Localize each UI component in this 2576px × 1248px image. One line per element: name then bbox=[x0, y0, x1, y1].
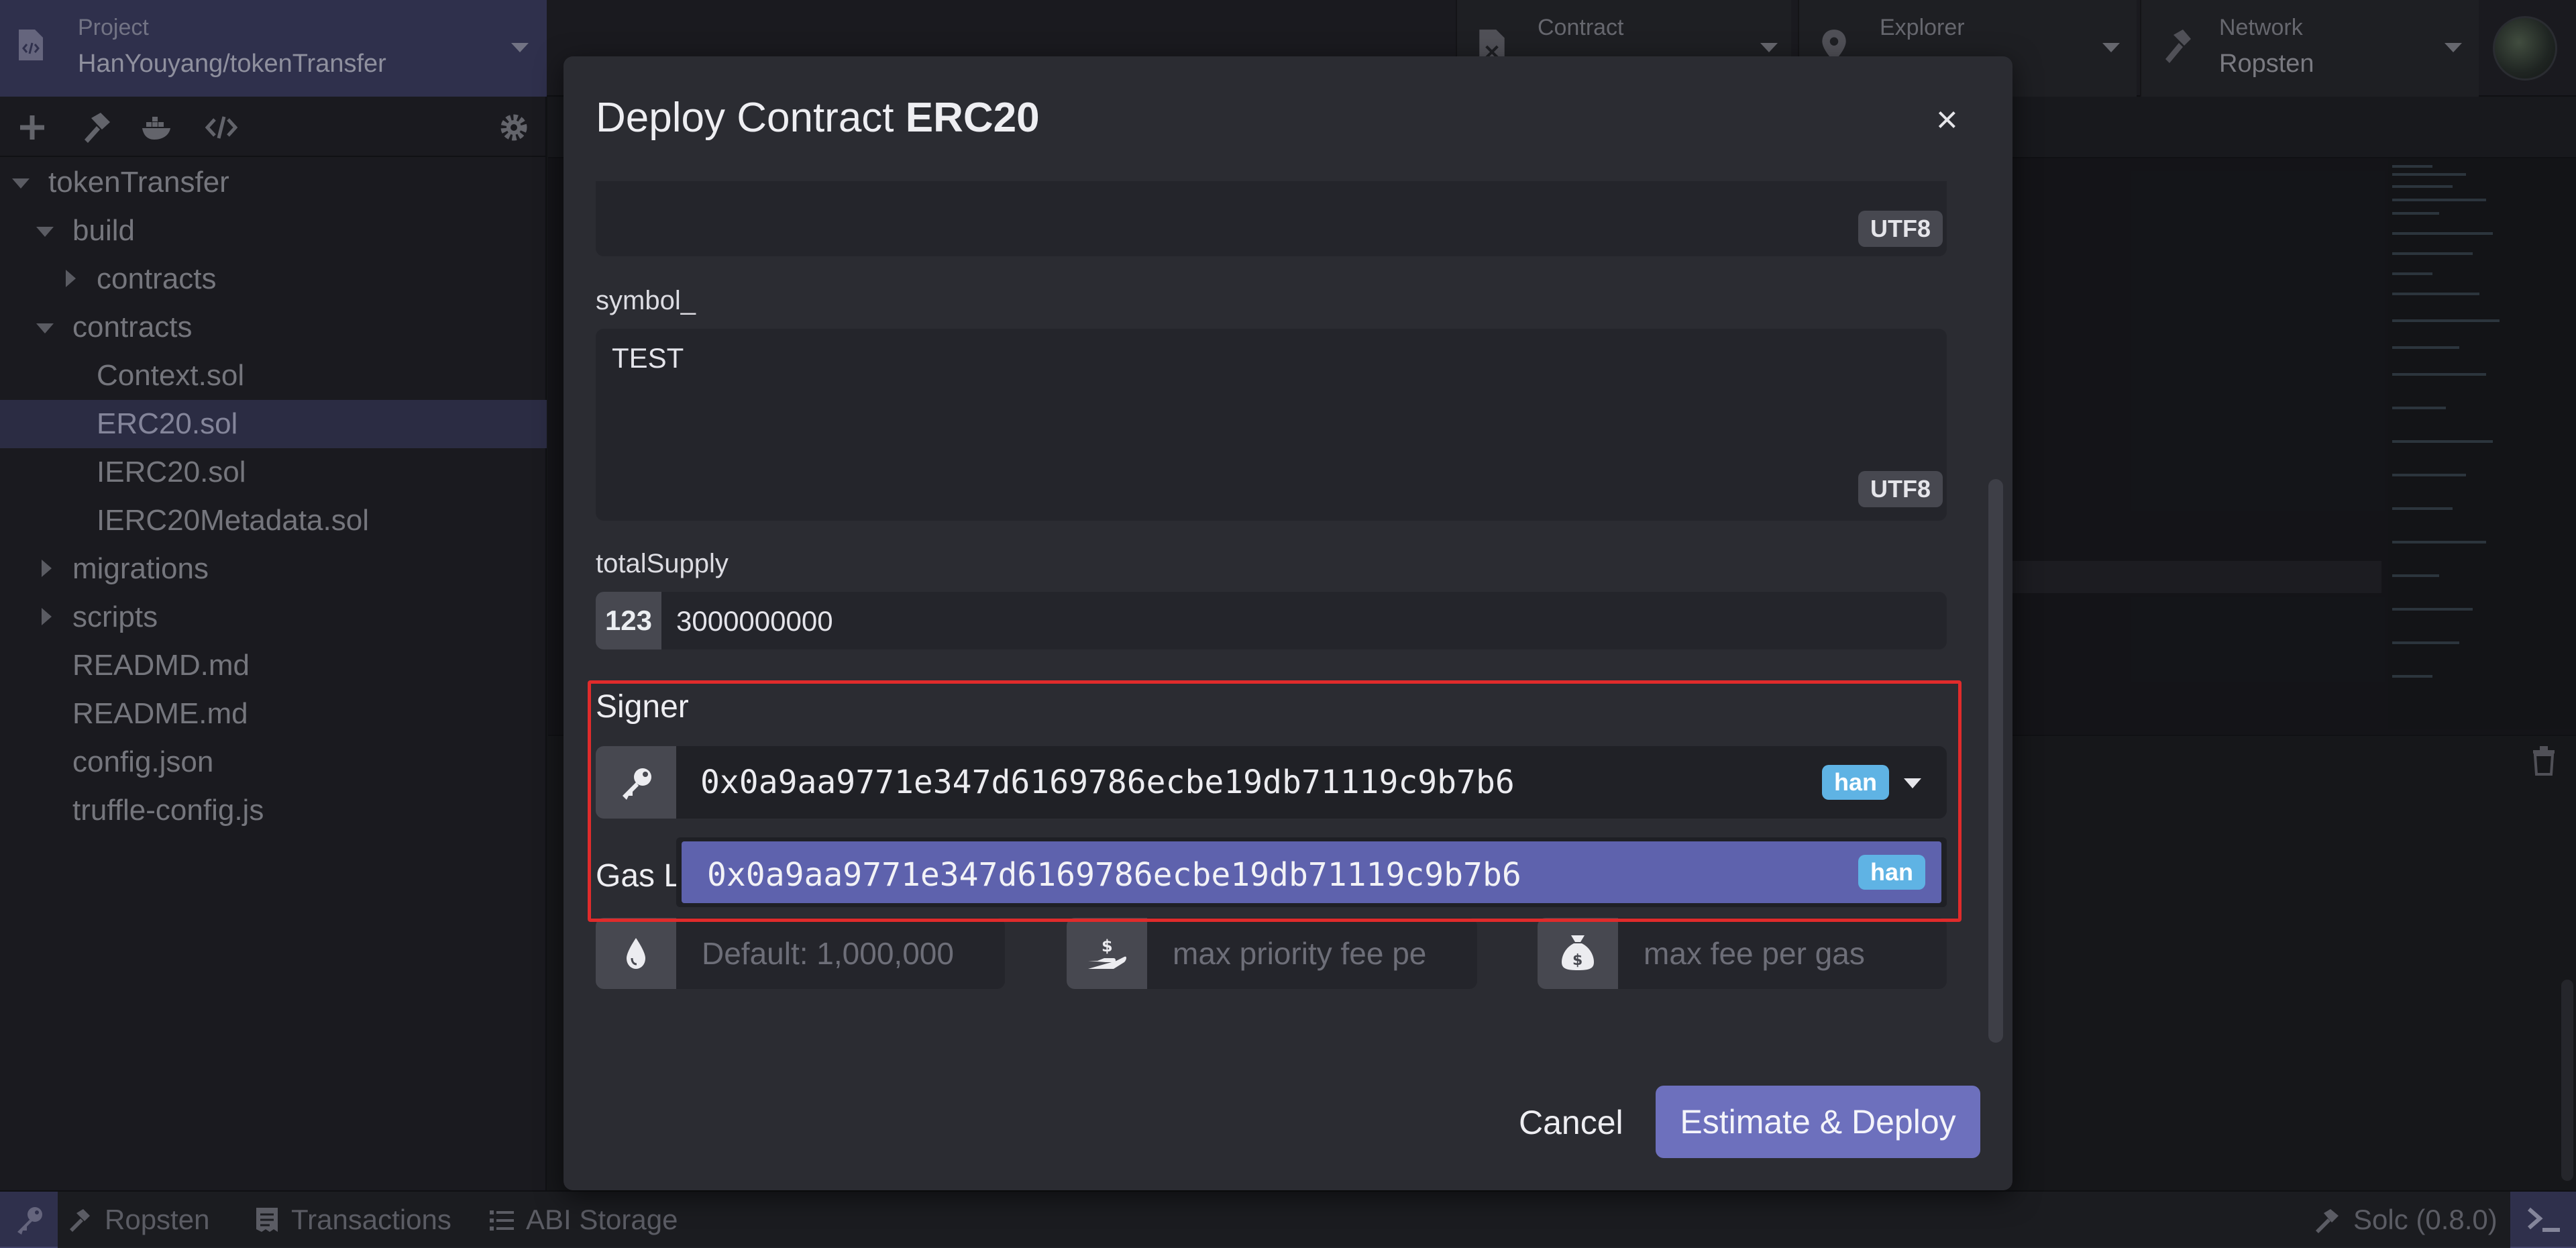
encoding-badge[interactable]: UTF8 bbox=[1858, 471, 1943, 507]
app-window: Project HanYouyang/tokenTransfer Contrac… bbox=[0, 0, 2576, 1248]
modal-title-prefix: Deploy Contract bbox=[596, 95, 894, 141]
close-button[interactable]: × bbox=[1936, 101, 1958, 138]
cancel-button[interactable]: Cancel bbox=[1503, 1087, 1640, 1158]
total-supply-label: totalSupply bbox=[596, 549, 729, 578]
max-fee-input[interactable] bbox=[1619, 918, 1947, 989]
hand-holding-dollar-icon: $ bbox=[1088, 937, 1126, 969]
modal-title-contract: ERC20 bbox=[905, 95, 1040, 141]
money-bag-icon: $ bbox=[1562, 935, 1594, 970]
droplet-icon bbox=[627, 938, 645, 969]
priority-fee-input[interactable] bbox=[1148, 918, 1477, 989]
priority-fee-icon-box: $ bbox=[1067, 918, 1147, 989]
encoding-badge[interactable]: UTF8 bbox=[1858, 211, 1943, 247]
gas-limit-icon-box bbox=[596, 918, 676, 989]
symbol-textarea[interactable]: TEST UTF8 bbox=[596, 329, 1947, 521]
signer-highlight-box bbox=[588, 680, 1962, 922]
estimate-deploy-button[interactable]: Estimate & Deploy bbox=[1656, 1086, 1980, 1158]
symbol-label: symbol_ bbox=[596, 286, 696, 315]
total-supply-value: 3000000000 bbox=[676, 605, 833, 637]
modal-title: Deploy Contract ERC20 bbox=[596, 94, 1040, 142]
max-fee-group: $ bbox=[1538, 918, 1947, 989]
gas-limit-input[interactable] bbox=[678, 918, 1005, 989]
name-textarea[interactable]: UTF8 bbox=[596, 181, 1947, 256]
priority-fee-group: $ bbox=[1067, 918, 1477, 989]
modal-scrollbar[interactable] bbox=[1988, 479, 2003, 1043]
symbol-value: TEST bbox=[612, 342, 684, 374]
number-type-badge: 123 bbox=[596, 592, 661, 649]
svg-text:$: $ bbox=[1102, 937, 1113, 955]
max-fee-icon-box: $ bbox=[1538, 918, 1618, 989]
gas-limit-group bbox=[596, 918, 1005, 989]
total-supply-input[interactable]: 3000000000 bbox=[596, 592, 1947, 649]
svg-text:$: $ bbox=[1572, 952, 1582, 969]
